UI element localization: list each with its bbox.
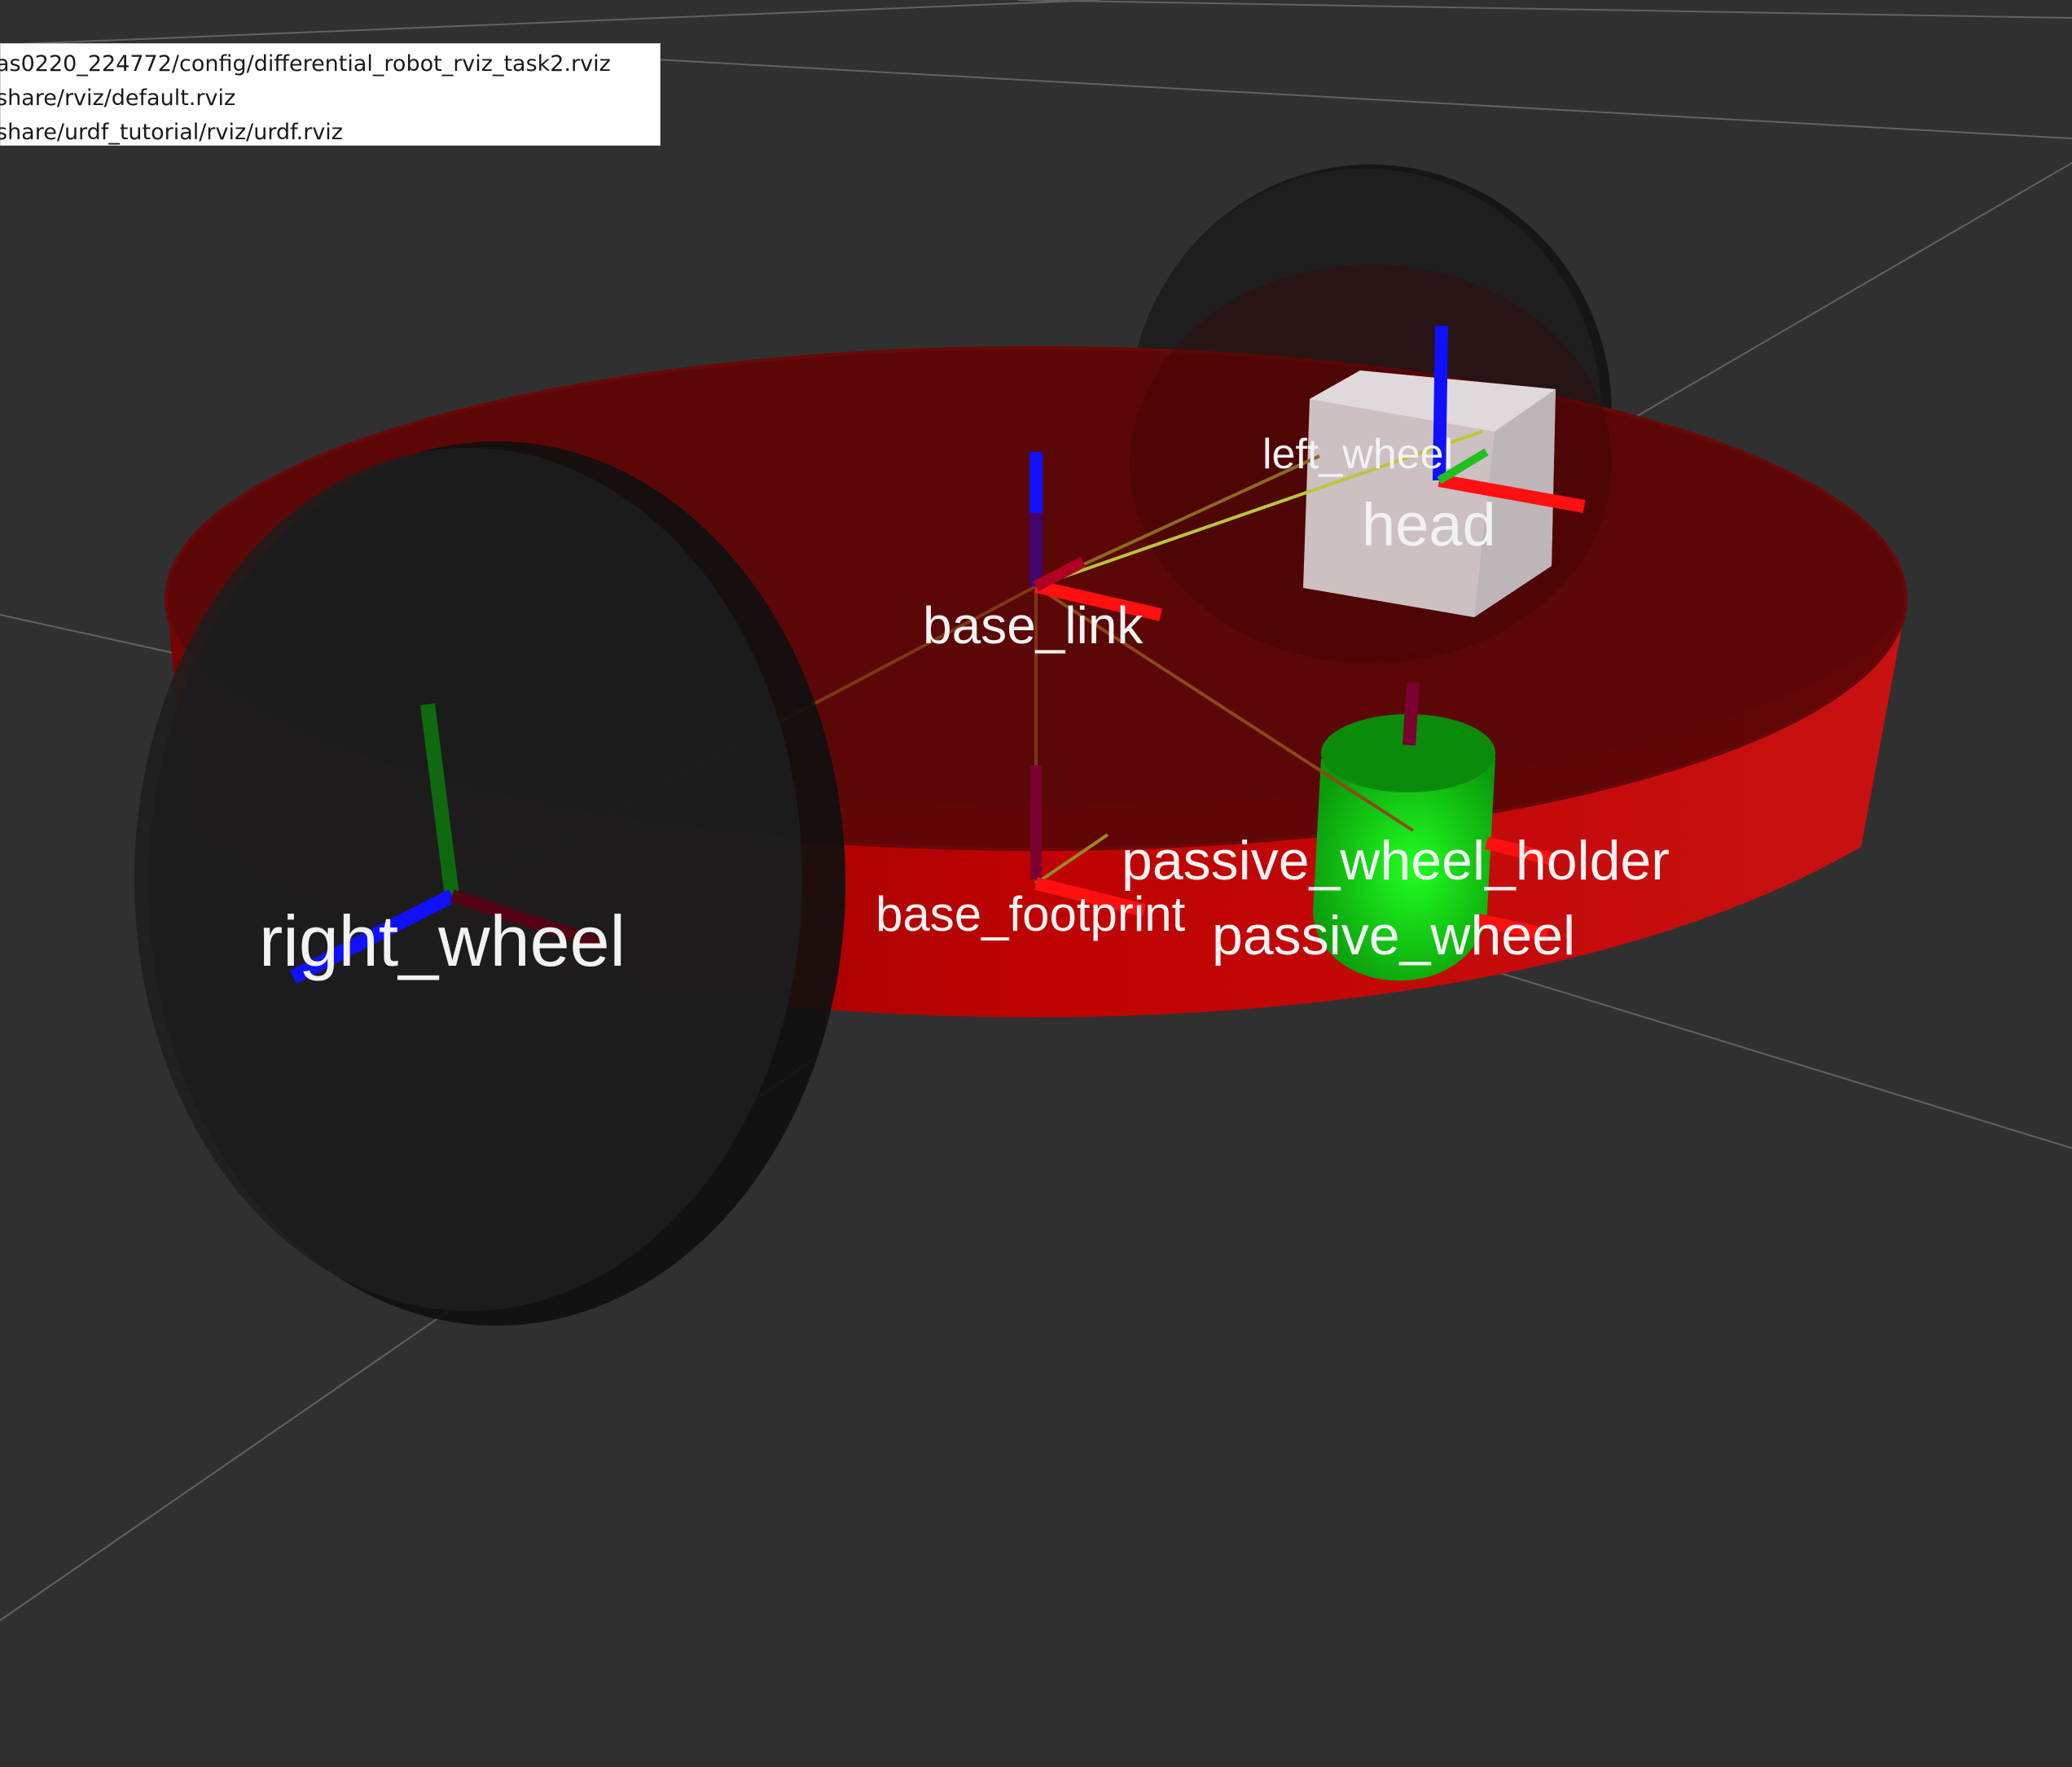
recent-config-item[interactable]: share/urdf_tutorial/rviz/urdf.rviz bbox=[0, 116, 660, 150]
frame-label-head: head bbox=[1362, 491, 1496, 559]
frame-label-left-wheel: left_wheel bbox=[1262, 431, 1453, 478]
frame-label-passive-wheel-holder: passive_wheel_holder bbox=[1122, 830, 1670, 892]
frame-label-passive-wheel: passive_wheel bbox=[1212, 905, 1575, 967]
frame-label-right-wheel: right_wheel bbox=[259, 901, 626, 981]
frame-label-base-link: base_link bbox=[923, 596, 1144, 655]
recent-config-item[interactable]: share/rviz/default.rviz bbox=[0, 81, 660, 116]
right-wheel-mesh bbox=[134, 441, 845, 1326]
rviz-3d-viewport[interactable]: left_wheel head base_link passive_wheel_… bbox=[0, 0, 2072, 1767]
recent-config-item[interactable]: as0220_224772/config/differential_robot_… bbox=[0, 47, 660, 81]
recent-config-menu[interactable]: as0220_224772/config/differential_robot_… bbox=[0, 43, 661, 146]
frame-label-base-footprint: base_footprint bbox=[876, 887, 1186, 941]
